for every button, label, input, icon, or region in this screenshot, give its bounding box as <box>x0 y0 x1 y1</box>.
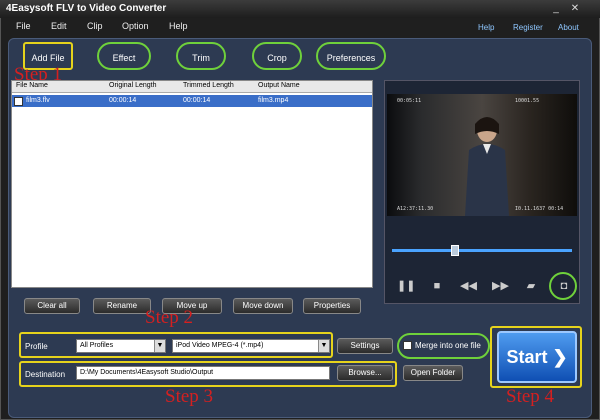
start-label: Start <box>506 347 548 367</box>
preferences-button[interactable]: Preferences <box>316 42 386 70</box>
video-person-figure <box>465 117 509 216</box>
col-trimmed-length[interactable]: Trimmed Length <box>183 82 234 89</box>
osd-bottom-left: A12:37:11.30 <box>397 206 434 212</box>
profile-category-select[interactable]: All Profiles ▼ <box>76 339 166 353</box>
clear-all-button[interactable]: Clear all <box>24 298 80 314</box>
menu-clip[interactable]: Clip <box>87 21 103 31</box>
step-4-label: Step 4 <box>506 386 555 407</box>
col-output-name[interactable]: Output Name <box>258 82 300 89</box>
link-about[interactable]: About <box>558 23 579 32</box>
table-row[interactable]: ✓ film3.flv 00:00:14 00:00:14 film3.mp4 <box>12 95 372 107</box>
trim-button[interactable]: Trim <box>176 42 226 70</box>
minimize-icon[interactable]: _ <box>549 2 563 15</box>
settings-button[interactable]: Settings <box>337 338 393 354</box>
destination-input[interactable]: D:\My Documents\4Easysoft Studio\Output <box>76 366 330 380</box>
cell-trimmed-length: 00:00:14 <box>183 97 211 104</box>
chevron-down-icon: ▼ <box>154 340 165 352</box>
link-help[interactable]: Help <box>478 23 494 32</box>
stop-icon[interactable]: ■ <box>429 279 445 293</box>
seek-bar[interactable] <box>392 249 572 252</box>
merge-checkbox[interactable] <box>403 341 412 350</box>
osd-top-left: 00:05:11 <box>397 98 422 104</box>
profile-label: Profile <box>25 342 48 351</box>
file-list[interactable]: File Name Original Length Trimmed Length… <box>11 80 373 288</box>
snapshot-highlight <box>549 272 577 300</box>
cell-original-length: 00:00:14 <box>109 97 137 104</box>
properties-button[interactable]: Properties <box>303 298 361 314</box>
osd-top-right: 10001.55 <box>515 98 540 104</box>
browse-button[interactable]: Browse... <box>337 365 393 381</box>
rewind-icon[interactable]: ◀◀ <box>460 279 477 293</box>
cell-output-name: film3.mp4 <box>258 97 289 104</box>
pause-icon[interactable]: ❚❚ <box>397 279 415 293</box>
crop-button[interactable]: Crop <box>252 42 302 70</box>
menu-option[interactable]: Option <box>122 21 149 31</box>
effect-button[interactable]: Effect <box>97 42 151 70</box>
title-bar: 4Easysoft FLV to Video Converter _ ✕ <box>0 0 600 18</box>
menu-help[interactable]: Help <box>169 21 188 31</box>
destination-value: D:\My Documents\4Easysoft Studio\Output <box>80 369 214 376</box>
destination-label: Destination <box>25 370 66 379</box>
open-folder-button[interactable]: Open Folder <box>403 365 463 381</box>
close-icon[interactable]: ✕ <box>568 2 582 15</box>
file-list-header: File Name Original Length Trimmed Length… <box>12 81 372 93</box>
col-original-length[interactable]: Original Length <box>109 82 156 89</box>
cell-file-name: film3.flv <box>26 97 50 104</box>
menu-bar: File Edit Clip Option Help Help Register… <box>0 18 600 36</box>
col-file-name[interactable]: File Name <box>16 82 48 89</box>
start-button[interactable]: Start ❯ <box>497 331 577 383</box>
chevron-down-icon: ▼ <box>318 340 329 352</box>
window-title: 4Easysoft FLV to Video Converter <box>6 3 167 14</box>
step-2-label: Step 2 <box>145 307 194 328</box>
seek-handle[interactable] <box>451 245 459 256</box>
menu-file[interactable]: File <box>16 21 31 31</box>
arrow-right-icon: ❯ <box>552 347 568 367</box>
forward-icon[interactable]: ▶▶ <box>492 279 509 293</box>
profile-format-select[interactable]: iPod Video MPEG-4 (*.mp4) ▼ <box>172 339 330 353</box>
osd-bottom-right: I0.11.1637 00:14 <box>515 206 564 212</box>
link-register[interactable]: Register <box>513 23 543 32</box>
move-down-button[interactable]: Move down <box>233 298 293 314</box>
profile-category-value: All Profiles <box>80 342 114 349</box>
profile-format-value: iPod Video MPEG-4 (*.mp4) <box>176 342 264 349</box>
merge-label[interactable]: Merge into one file <box>415 341 481 350</box>
step-3-label: Step 3 <box>165 386 214 407</box>
rename-button[interactable]: Rename <box>93 298 151 314</box>
video-frame: 00:05:11 10001.55 A12:37:11.30 I0.11.163… <box>387 94 577 216</box>
folder-icon[interactable]: ▰ <box>523 279 539 293</box>
menu-edit[interactable]: Edit <box>51 21 67 31</box>
row-checkbox[interactable]: ✓ <box>14 97 23 106</box>
